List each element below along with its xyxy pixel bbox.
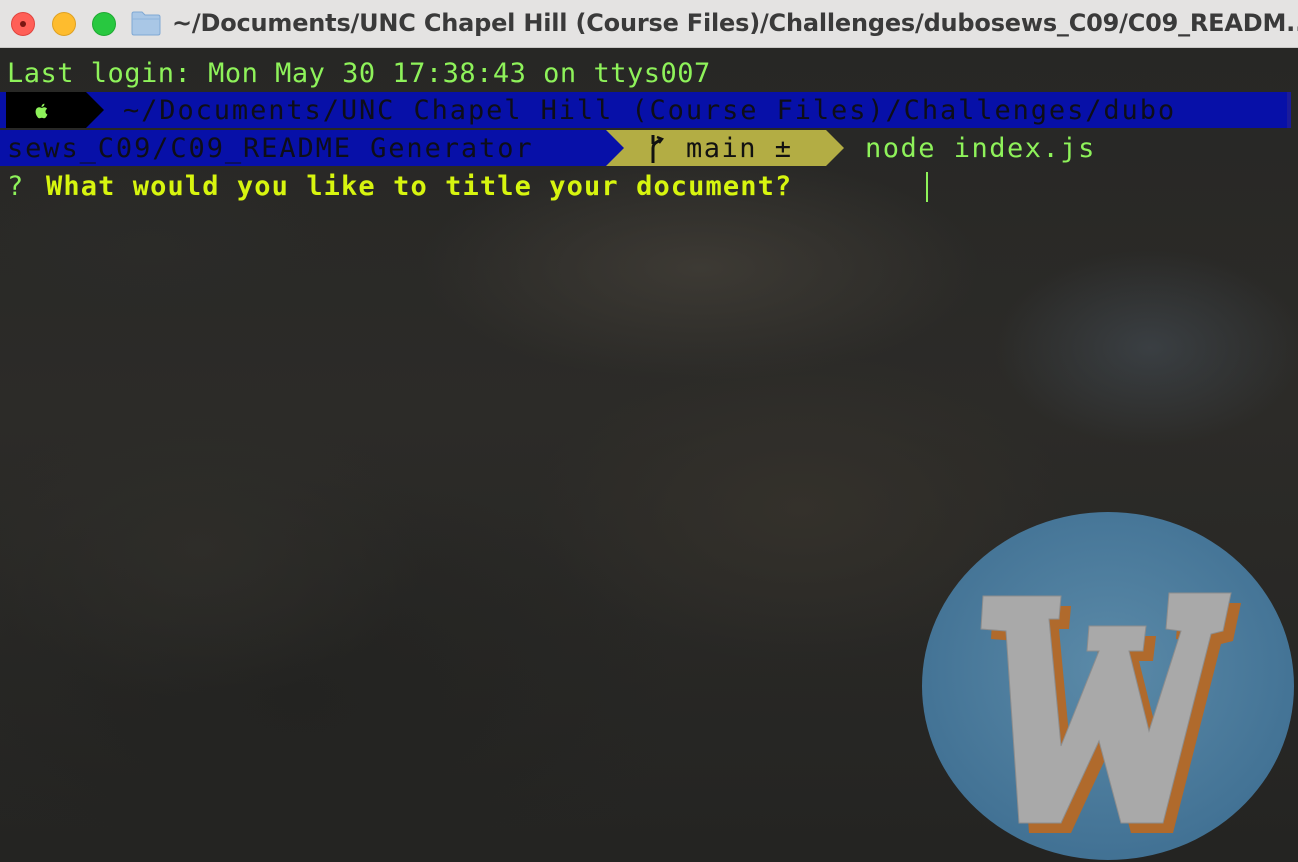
- text-cursor[interactable]: [926, 172, 928, 202]
- window-title: ~/Documents/UNC Chapel Hill (Course File…: [172, 9, 1298, 37]
- prompt-question: What would you like to title your docume…: [46, 171, 793, 202]
- prompt-arrow-separator: [86, 92, 104, 128]
- git-branch-icon: [651, 135, 664, 163]
- close-window-button[interactable]: [11, 12, 35, 36]
- command-text: node index.js: [865, 133, 1096, 164]
- apple-icon: [35, 103, 48, 119]
- terminal-area[interactable]: Last login: Mon May 30 17:38:43 on ttys0…: [0, 48, 1298, 862]
- w-logo-icon: [922, 512, 1294, 860]
- prompt-segment-edge: [1287, 92, 1291, 128]
- prompt-path-text-1: ~/Documents/UNC Chapel Hill (Course File…: [123, 95, 1177, 126]
- last-login-line: Last login: Mon May 30 17:38:43 on ttys0…: [7, 58, 711, 89]
- maximize-window-button[interactable]: [92, 12, 116, 36]
- prompt-path-text-2: sews_C09/C09_README Generator: [7, 133, 534, 164]
- git-branch-label: main ±: [686, 133, 793, 164]
- question-mark: ?: [7, 171, 24, 202]
- folder-icon: [131, 11, 161, 36]
- window-titlebar[interactable]: ~/Documents/UNC Chapel Hill (Course File…: [0, 0, 1298, 48]
- minimize-window-button[interactable]: [52, 12, 76, 36]
- prompt-arrow-separator-2: [606, 130, 624, 166]
- prompt-arrow-separator-3: [826, 130, 844, 166]
- prompt-apple-segment: [6, 92, 86, 128]
